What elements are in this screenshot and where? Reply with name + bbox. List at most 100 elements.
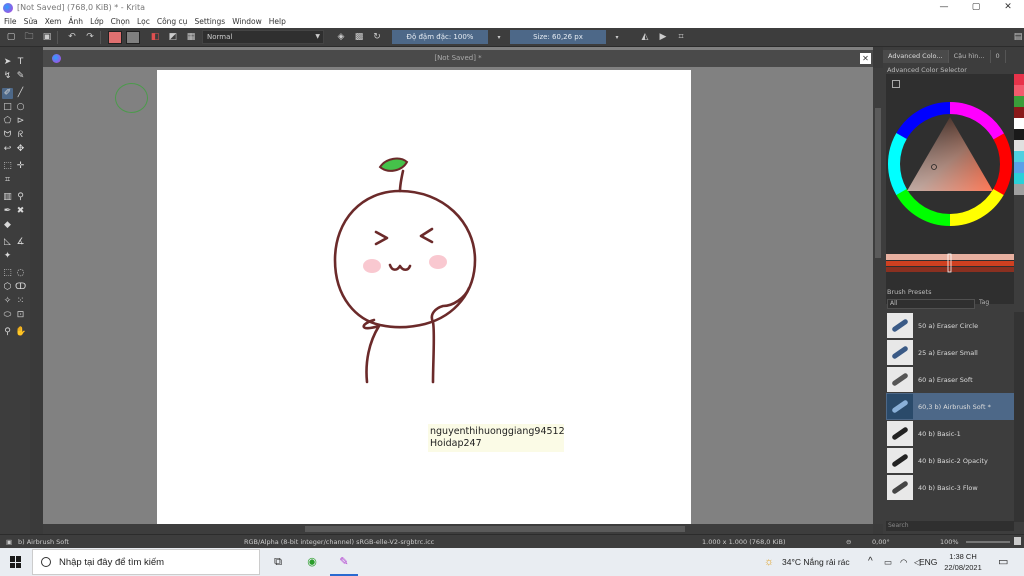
colorize-mask-icon[interactable]: ✒: [2, 206, 13, 217]
color-picker-icon[interactable]: ⚲: [15, 192, 26, 203]
menu-edit[interactable]: Sửa: [24, 17, 38, 26]
line-tool-icon[interactable]: ╱: [15, 88, 26, 99]
brush-tag-button[interactable]: Tag: [979, 299, 989, 306]
krita-taskbar-icon[interactable]: ✎: [336, 554, 352, 570]
menu-settings[interactable]: Settings: [194, 17, 225, 26]
brush-preset-item[interactable]: 40 b) Basic-1: [886, 420, 1014, 447]
edit-shapes-icon[interactable]: ↯: [2, 71, 13, 82]
open-folder-icon[interactable]: 🗀: [22, 30, 36, 44]
reload-preset-icon[interactable]: ↻: [370, 30, 384, 44]
maximize-button[interactable]: ▢: [960, 0, 992, 15]
freehand-brush-icon[interactable]: ✐: [2, 88, 13, 99]
polygon-tool-icon[interactable]: ⬠: [2, 116, 13, 127]
ellipse-select-icon[interactable]: ◌: [15, 268, 26, 279]
zoom-tool-icon[interactable]: ⚲: [2, 327, 13, 338]
reference-images-icon[interactable]: ✦: [2, 251, 13, 262]
brush-filter-dropdown[interactable]: All: [887, 299, 975, 309]
brush-preset-item-active[interactable]: 60,3 b) Airbrush Soft *: [886, 393, 1014, 420]
brush-preset-item[interactable]: 60 a) Eraser Soft: [886, 366, 1014, 393]
windows-start-icon[interactable]: [10, 556, 22, 568]
weather-icon[interactable]: ☼: [764, 548, 774, 576]
measure-tool-icon[interactable]: ∡: [15, 237, 26, 248]
polygon-select-icon[interactable]: ⬡: [2, 282, 13, 293]
close-window-button[interactable]: ✕: [992, 0, 1024, 15]
bezier-select-icon[interactable]: ⬭: [2, 310, 13, 321]
text-tool-icon[interactable]: T: [15, 57, 26, 68]
close-document-button[interactable]: ✕: [860, 53, 871, 64]
freehand-select-icon[interactable]: ↀ: [15, 282, 26, 293]
menu-file[interactable]: File: [4, 17, 17, 26]
background-color-swatch[interactable]: [126, 30, 140, 44]
opacity-spin-icon[interactable]: ▾: [492, 30, 506, 44]
tab-extra[interactable]: 0: [991, 50, 1006, 63]
toolbar-menu-icon[interactable]: ▤: [1011, 30, 1024, 44]
rect-select-icon[interactable]: ⬚: [2, 268, 13, 279]
tab-advanced-color[interactable]: Advanced Colo...: [883, 50, 949, 63]
task-view-icon[interactable]: ⧉: [270, 554, 286, 570]
fill-tool-icon[interactable]: ◆: [2, 220, 13, 231]
freehand-path-icon[interactable]: ᖇ: [15, 130, 26, 141]
rotate-icon[interactable]: ⊖: [846, 538, 851, 546]
eraser-mode-icon[interactable]: ◈: [334, 30, 348, 44]
color-settings-icon[interactable]: [892, 80, 900, 88]
brush-preset-item[interactable]: 40 b) Basic-2 Opacity: [886, 447, 1014, 474]
mirror-vertical-icon[interactable]: ▶: [656, 30, 670, 44]
ellipse-tool-icon[interactable]: ○: [15, 102, 26, 113]
blend-mode-dropdown[interactable]: Normal ▼: [202, 30, 324, 44]
pattern-icon[interactable]: ▦: [184, 30, 198, 44]
rectangle-tool-icon[interactable]: □: [2, 102, 13, 113]
undo-icon[interactable]: ↶: [65, 30, 79, 44]
taskbar-search-input[interactable]: Nhập tại đây để tìm kiếm: [32, 549, 260, 575]
menu-filter[interactable]: Lọc: [137, 17, 150, 26]
contiguous-select-icon[interactable]: ✧: [2, 296, 13, 307]
language-indicator[interactable]: ENG: [919, 548, 937, 576]
swap-colors-icon[interactable]: ◧: [148, 30, 162, 44]
transform-tool-icon[interactable]: ⬚: [2, 161, 13, 172]
wrap-around-icon[interactable]: ⌗: [674, 30, 688, 44]
select-shapes-icon[interactable]: ➤: [2, 57, 13, 68]
brush-search-input[interactable]: Search: [886, 521, 1014, 531]
assistant-tool-icon[interactable]: ◺: [2, 237, 13, 248]
coccoc-browser-icon[interactable]: ◉: [304, 554, 320, 570]
menu-tools[interactable]: Công cụ: [157, 17, 188, 26]
minimize-button[interactable]: —: [928, 0, 960, 15]
multibrush-icon[interactable]: ✥: [15, 144, 26, 155]
weather-text[interactable]: 34°C Nắng rải rác: [782, 548, 850, 576]
gradient-icon[interactable]: ◩: [166, 30, 180, 44]
document-tab[interactable]: [Not Saved] * ✕: [43, 50, 873, 67]
vertical-scroll-thumb[interactable]: [875, 108, 881, 258]
drawing-canvas[interactable]: [157, 70, 691, 524]
wifi-icon[interactable]: ◠: [900, 548, 907, 576]
redo-icon[interactable]: ↷: [83, 30, 97, 44]
menu-layer[interactable]: Lớp: [90, 17, 104, 26]
brush-preset-item[interactable]: 25 a) Eraser Small: [886, 339, 1014, 366]
preserve-alpha-icon[interactable]: ▩: [352, 30, 366, 44]
polyline-tool-icon[interactable]: ⊳: [15, 116, 26, 127]
menu-select[interactable]: Chọn: [111, 17, 130, 26]
similar-select-icon[interactable]: ⁙: [15, 296, 26, 307]
chevron-up-icon[interactable]: ^: [868, 548, 873, 576]
new-document-icon[interactable]: ▢: [4, 30, 18, 44]
taskbar-clock[interactable]: 1:38 CH 22/08/2021: [936, 551, 990, 573]
zoom-slider[interactable]: [966, 541, 1010, 543]
notification-icon[interactable]: ▭: [998, 548, 1008, 576]
vertical-scrollbar[interactable]: [873, 68, 883, 524]
menu-image[interactable]: Ảnh: [68, 17, 83, 26]
horizontal-scroll-thumb[interactable]: [305, 526, 685, 532]
battery-icon[interactable]: ▭: [884, 548, 892, 576]
magnetic-select-icon[interactable]: ⊡: [15, 310, 26, 321]
mirror-horizontal-icon[interactable]: ◭: [638, 30, 652, 44]
crop-tool-icon[interactable]: ⌗: [2, 175, 13, 186]
dynamic-brush-icon[interactable]: ↩: [2, 144, 13, 155]
brush-preset-item[interactable]: 40 b) Basic-3 Flow: [886, 474, 1014, 501]
menu-window[interactable]: Window: [232, 17, 262, 26]
brush-preset-item[interactable]: 50 a) Eraser Circle: [886, 312, 1014, 339]
pan-tool-icon[interactable]: ✋: [15, 327, 26, 338]
brush-list-scrollbar[interactable]: [1014, 312, 1024, 522]
zoom-slider-handle[interactable]: [1014, 537, 1021, 545]
size-spin-icon[interactable]: ▾: [610, 30, 624, 44]
advanced-color-selector[interactable]: [886, 74, 1014, 304]
bezier-tool-icon[interactable]: ᗢ: [2, 130, 13, 141]
smart-patch-icon[interactable]: ✖: [15, 206, 26, 217]
gradient-tool-icon[interactable]: ▥: [2, 192, 13, 203]
